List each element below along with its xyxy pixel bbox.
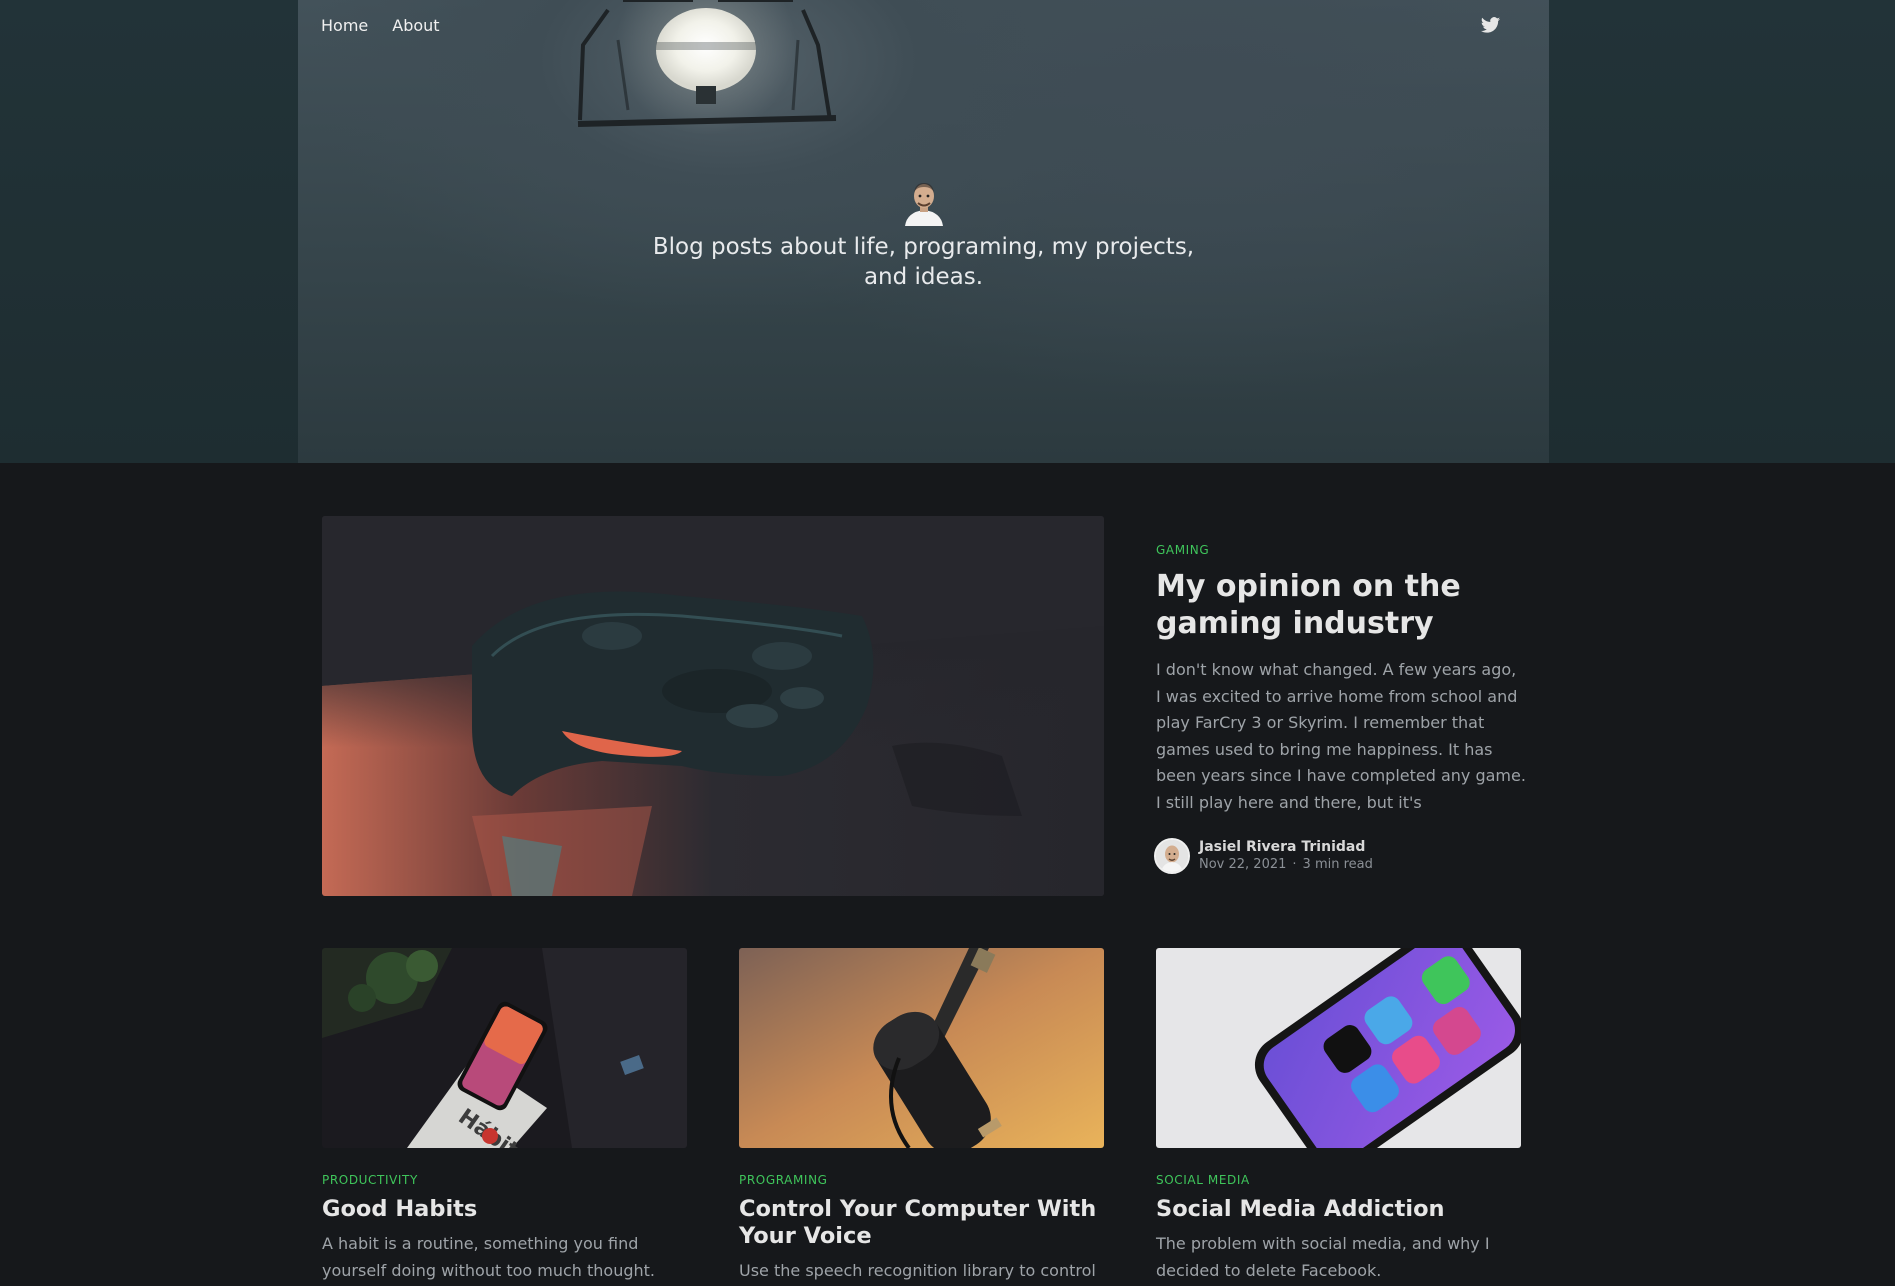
hero-backdrop-right — [1549, 0, 1895, 463]
site-description: Blog posts about life, programing, my pr… — [652, 234, 1195, 290]
site-logo-avatar[interactable] — [899, 176, 949, 226]
post-card: SOCIAL MEDIA Social Media Addiction The … — [1156, 948, 1521, 1284]
post-card-image[interactable]: Hábitos — [322, 948, 687, 1148]
post-byline: Jasiel Rivera Trinidad Nov 22, 2021 · 3 mi… — [1154, 838, 1526, 874]
hero-intro: Blog posts about life, programing, my pr… — [298, 176, 1549, 292]
post-card: PROGRAMING Control Your Computer With Yo… — [739, 948, 1104, 1286]
read-time: 3 min read — [1302, 857, 1373, 872]
post-card-image[interactable] — [1156, 948, 1521, 1148]
post-card-tag[interactable]: SOCIAL MEDIA — [1156, 1172, 1521, 1188]
twitter-icon[interactable] — [1480, 15, 1501, 36]
lamp-illustration — [577, 0, 837, 135]
post-card-title[interactable]: Good Habits — [322, 1196, 687, 1223]
post-card-image[interactable] — [739, 948, 1104, 1148]
post-card-title[interactable]: Control Your Computer With Your Voice — [739, 1196, 1104, 1250]
avatar-illustration — [904, 183, 943, 226]
site-header: Home About Blog posts about life, progra… — [0, 0, 1895, 463]
hero-backdrop-left — [0, 0, 298, 463]
main-nav: Home About — [321, 14, 464, 38]
smartphone-photo — [1156, 948, 1521, 1148]
post-card-excerpt[interactable]: A habit is a routine, something you find… — [322, 1231, 687, 1284]
post-card-excerpt[interactable]: Use the speech recognition library to co… — [739, 1258, 1104, 1286]
meta-separator: · — [1292, 857, 1297, 872]
featured-post-image[interactable] — [322, 516, 1104, 896]
microphone-photo — [739, 948, 1104, 1148]
post-card-excerpt[interactable]: The problem with social media, and why I… — [1156, 1231, 1521, 1284]
featured-post-tag[interactable]: GAMING — [1156, 542, 1526, 558]
author-avatar-image — [1156, 840, 1188, 872]
author-meta: Jasiel Rivera Trinidad Nov 22, 2021 · 3 mi… — [1199, 838, 1373, 874]
post-date: Nov 22, 2021 — [1199, 857, 1287, 872]
twitter-icon-glyph — [1480, 17, 1501, 33]
featured-post-excerpt[interactable]: I don't know what changed. A few years a… — [1156, 657, 1526, 816]
post-card: Hábitos PRODUCTIVITY Good Habits A habit… — [322, 948, 687, 1284]
nav-about-link[interactable]: About — [392, 14, 439, 38]
phone-book-photo: Hábitos — [322, 948, 687, 1148]
author-name[interactable]: Jasiel Rivera Trinidad — [1199, 838, 1373, 856]
post-card-tag[interactable]: PROGRAMING — [739, 1172, 1104, 1188]
featured-post: GAMING My opinion on the gaming industry… — [1154, 542, 1526, 874]
author-avatar[interactable] — [1154, 838, 1190, 874]
post-meta: Nov 22, 2021 · 3 min read — [1199, 856, 1373, 874]
featured-post-title[interactable]: My opinion on the gaming industry — [1156, 568, 1526, 642]
nav-home-link[interactable]: Home — [321, 14, 368, 38]
post-card-title[interactable]: Social Media Addiction — [1156, 1196, 1521, 1223]
gamepad-photo — [322, 516, 1104, 896]
post-card-tag[interactable]: PRODUCTIVITY — [322, 1172, 687, 1188]
